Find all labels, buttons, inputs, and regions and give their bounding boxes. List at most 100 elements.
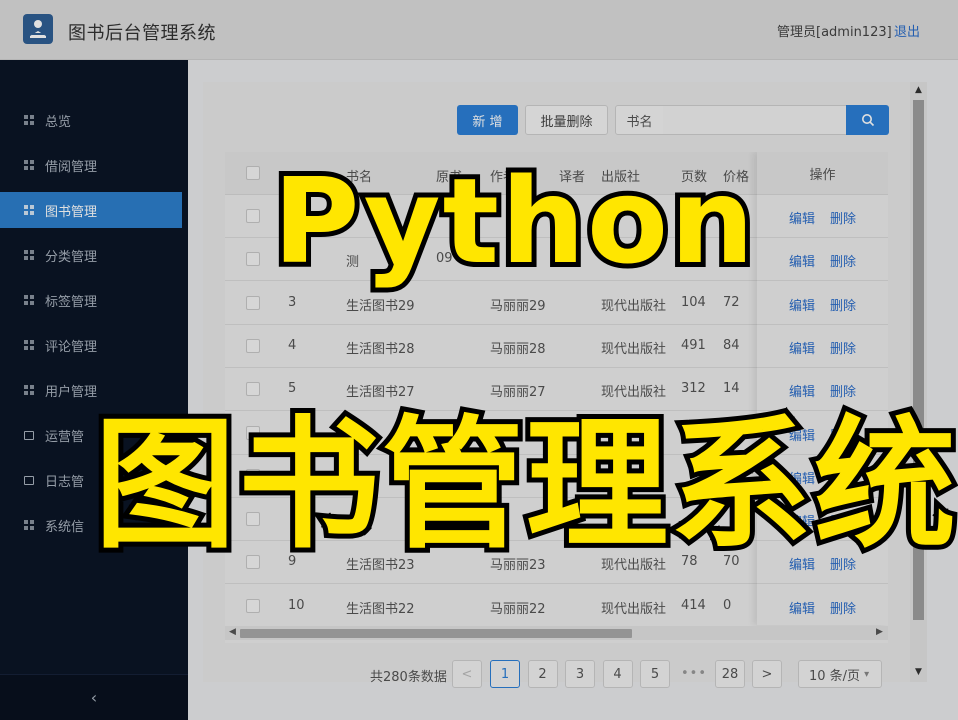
grid-icon <box>24 115 34 125</box>
row-checkbox[interactable] <box>246 382 260 397</box>
cell-price: 0 <box>723 597 732 613</box>
row-checkbox[interactable] <box>246 295 260 310</box>
cell-no: 3 <box>288 294 297 310</box>
chevron-down-icon: ▾ <box>864 668 870 680</box>
collapse-sidebar-button[interactable]: ‹ <box>0 674 188 720</box>
delete-link[interactable]: 删除 <box>830 251 856 270</box>
folder-icon <box>24 476 34 485</box>
sidebar-item-label: 日志管 <box>45 474 85 490</box>
sidebar: 总览 借阅管理 图书管理 分类管理 标签管理 评论管理 用户管理 运营管 日志管 系统信 ‹ <box>0 60 188 720</box>
sidebar-item-label: 分类管理 <box>45 249 98 265</box>
cell-author: 马丽丽29 <box>490 298 546 314</box>
horizontal-scroll-thumb[interactable] <box>240 629 632 638</box>
row-checkbox[interactable] <box>246 338 260 353</box>
sidebar-item-label: 用户管理 <box>45 384 98 400</box>
cell-author: 马丽丽22 <box>490 601 546 617</box>
row-checkbox[interactable] <box>246 252 260 267</box>
horizontal-scrollbar[interactable]: ◀ ▶ <box>225 626 888 640</box>
page-4[interactable]: 4 <box>602 660 633 688</box>
page-3[interactable]: 3 <box>565 660 595 688</box>
page-5[interactable]: 5 <box>640 660 670 688</box>
page-last[interactable]: 28 <box>715 660 745 688</box>
sidebar-item-label: 借阅管理 <box>45 159 98 175</box>
delete-link[interactable]: 删除 <box>830 338 856 357</box>
scroll-down-icon[interactable]: ▼ <box>915 667 922 677</box>
cell-publisher: 现代出版社 <box>601 298 667 314</box>
grid-icon <box>24 205 34 215</box>
search-field-label: 书名 <box>615 105 664 135</box>
scroll-up-icon[interactable]: ▲ <box>915 85 922 95</box>
sidebar-item-6[interactable]: 评论管理 <box>0 327 182 363</box>
cell-publisher: 现代出版社 <box>601 341 667 357</box>
prev-page-button[interactable]: < <box>452 660 482 688</box>
total-count: 共280条数据 <box>370 670 447 685</box>
grid-icon <box>24 250 34 260</box>
row-actions: 编辑 删除 <box>757 325 888 368</box>
batch-delete-button[interactable]: 批量删除 <box>525 105 608 135</box>
cell-publisher: 现代出版社 <box>601 385 667 401</box>
edit-link[interactable]: 编辑 <box>789 295 815 314</box>
page-2[interactable]: 2 <box>527 660 558 688</box>
next-page-button[interactable]: > <box>752 660 782 688</box>
search-input[interactable] <box>663 105 847 135</box>
sidebar-item-2[interactable]: 借阅管理 <box>0 147 182 183</box>
cell-name: 生活图书28 <box>346 341 415 357</box>
edit-link[interactable]: 编辑 <box>789 381 815 400</box>
admin-user-label: 管理员[admin123] <box>777 25 892 40</box>
cell-pages: 312 <box>681 381 706 397</box>
cell-price: 84 <box>723 337 740 353</box>
cell-name: 生活图书29 <box>346 298 415 314</box>
col-actions: 操作 <box>757 152 888 195</box>
search-button[interactable] <box>846 105 889 135</box>
top-header: 图书后台管理系统 管理员[admin123] 退出 <box>0 0 958 60</box>
cell-price: 72 <box>723 294 740 310</box>
search-icon <box>861 114 874 127</box>
page-vertical-scrollbar[interactable]: ▲ ▼ <box>910 82 927 682</box>
row-checkbox[interactable] <box>246 598 260 613</box>
folder-icon <box>24 431 34 440</box>
row-checkbox[interactable] <box>246 209 260 223</box>
edit-link[interactable]: 编辑 <box>789 598 815 617</box>
sidebar-item-5[interactable]: 标签管理 <box>0 282 182 318</box>
scroll-left-icon[interactable]: ◀ <box>229 627 236 637</box>
delete-link[interactable]: 删除 <box>830 295 856 314</box>
more-pages-icon[interactable]: ••• <box>681 666 707 681</box>
sidebar-item-label: 标签管理 <box>45 294 98 310</box>
grid-icon <box>24 295 34 305</box>
logo-icon <box>23 14 53 44</box>
row-actions: 编辑 删除 <box>757 238 888 282</box>
edit-link[interactable]: 编辑 <box>789 208 815 227</box>
edit-link[interactable]: 编辑 <box>789 251 815 270</box>
delete-link[interactable]: 删除 <box>830 381 856 400</box>
sidebar-item-1[interactable]: 总览 <box>0 102 182 138</box>
row-actions: 编辑 删除 <box>757 585 888 628</box>
cell-name: 生活图书27 <box>346 385 415 401</box>
cell-no: 4 <box>288 337 297 353</box>
edit-link[interactable]: 编辑 <box>789 338 815 357</box>
cell-name: 生活图书22 <box>346 601 415 617</box>
delete-link[interactable]: 删除 <box>830 598 856 617</box>
sidebar-item-4[interactable]: 分类管理 <box>0 237 182 273</box>
add-book-button[interactable]: 新 增 <box>457 105 518 135</box>
page-1[interactable]: 1 <box>490 660 520 688</box>
delete-link[interactable]: 删除 <box>830 208 856 227</box>
cell-pages: 104 <box>681 294 706 310</box>
grid-icon <box>24 340 34 350</box>
grid-icon <box>24 385 34 395</box>
logout-link[interactable]: 退出 <box>894 21 920 40</box>
page-size-value: 10 条/页 <box>809 668 861 684</box>
cell-author: 马丽丽28 <box>490 341 546 357</box>
grid-icon <box>24 520 34 530</box>
grid-icon <box>24 160 34 170</box>
sidebar-item-label: 系统信 <box>45 519 85 535</box>
cell-pages: 491 <box>681 337 706 353</box>
overlay-title-subtitle: 图书管理系统 <box>89 403 958 568</box>
select-all-checkbox[interactable] <box>246 166 260 180</box>
app-title: 图书后台管理系统 <box>68 23 216 44</box>
sidebar-item-label: 总览 <box>45 114 72 130</box>
sidebar-item-3[interactable]: 图书管理 <box>0 192 182 228</box>
sidebar-item-label: 图书管理 <box>45 204 98 220</box>
overlay-title-python: Python <box>268 152 759 290</box>
page-size-select[interactable]: 10 条/页 ▾ <box>798 660 882 688</box>
scroll-right-icon[interactable]: ▶ <box>876 627 883 637</box>
